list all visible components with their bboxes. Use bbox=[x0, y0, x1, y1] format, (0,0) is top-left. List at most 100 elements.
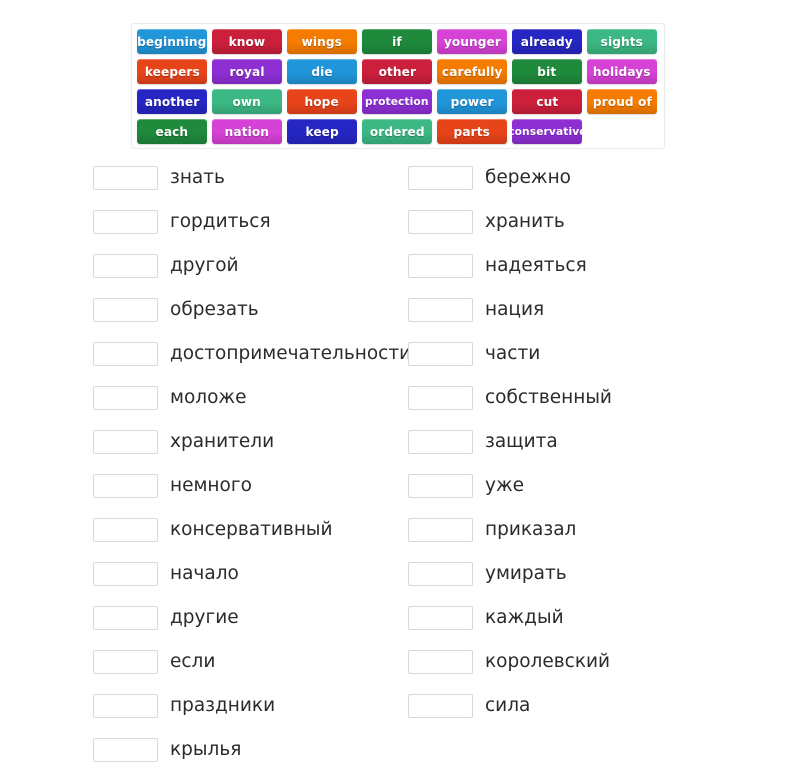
word-tile[interactable]: protection bbox=[362, 89, 432, 114]
answer-row: умирать bbox=[408, 552, 612, 596]
answer-drop-box[interactable] bbox=[93, 650, 158, 674]
word-tile-label: royal bbox=[229, 64, 265, 79]
answer-label: другие bbox=[170, 606, 239, 628]
answer-row: достопримечательности bbox=[93, 332, 411, 376]
answer-row: праздники bbox=[93, 684, 411, 728]
answer-drop-box[interactable] bbox=[93, 562, 158, 586]
answer-drop-box[interactable] bbox=[408, 562, 473, 586]
answer-column-left: знать гордиться другой обрезать достопримеча… bbox=[93, 156, 411, 772]
answer-drop-box[interactable] bbox=[93, 738, 158, 762]
answer-drop-box[interactable] bbox=[93, 298, 158, 322]
word-tile[interactable]: carefully bbox=[437, 59, 507, 84]
answer-drop-box[interactable] bbox=[408, 386, 473, 410]
word-tile[interactable]: keep bbox=[287, 119, 357, 144]
word-tile-label: keepers bbox=[144, 64, 200, 79]
word-tile-label: wings bbox=[301, 34, 343, 49]
word-tile-label: own bbox=[232, 94, 262, 109]
word-tile[interactable]: younger bbox=[437, 29, 507, 54]
word-tile[interactable]: already bbox=[512, 29, 582, 54]
answer-drop-box[interactable] bbox=[408, 210, 473, 234]
answer-drop-box[interactable] bbox=[93, 166, 158, 190]
word-tile[interactable]: each bbox=[137, 119, 207, 144]
word-tile[interactable]: own bbox=[212, 89, 282, 114]
answer-drop-box[interactable] bbox=[408, 298, 473, 322]
answer-row: каждый bbox=[408, 596, 612, 640]
word-tile[interactable]: bit bbox=[512, 59, 582, 84]
word-tile[interactable]: hope bbox=[287, 89, 357, 114]
answer-row: консервативный bbox=[93, 508, 411, 552]
word-tile[interactable]: parts bbox=[437, 119, 507, 144]
answer-drop-box[interactable] bbox=[408, 606, 473, 630]
word-tile[interactable]: power bbox=[437, 89, 507, 114]
answer-drop-box[interactable] bbox=[93, 694, 158, 718]
answer-drop-box[interactable] bbox=[408, 342, 473, 366]
word-tile[interactable]: know bbox=[212, 29, 282, 54]
word-tile-label: know bbox=[228, 34, 266, 49]
answer-drop-box[interactable] bbox=[408, 650, 473, 674]
answer-row: гордиться bbox=[93, 200, 411, 244]
word-tile[interactable]: ordered bbox=[362, 119, 432, 144]
word-tile[interactable]: conservative bbox=[512, 119, 582, 144]
word-tile-label: each bbox=[155, 124, 189, 139]
answer-row: собственный bbox=[408, 376, 612, 420]
word-tile[interactable]: die bbox=[287, 59, 357, 84]
answer-drop-box[interactable] bbox=[408, 474, 473, 498]
word-bank: beginning know wings if younger already sights… bbox=[131, 23, 665, 149]
word-tile-label: power bbox=[450, 94, 494, 109]
answer-drop-box[interactable] bbox=[408, 518, 473, 542]
answer-label: другой bbox=[170, 254, 239, 276]
word-tile-label: ordered bbox=[369, 124, 425, 139]
word-tile-label: already bbox=[521, 34, 573, 49]
word-tile-label: bit bbox=[537, 64, 557, 79]
answer-row: хранить bbox=[408, 200, 612, 244]
word-tile[interactable]: another bbox=[137, 89, 207, 114]
word-tile[interactable]: cut bbox=[512, 89, 582, 114]
answer-row: если bbox=[93, 640, 411, 684]
word-tile-label: sights bbox=[600, 34, 644, 49]
answer-row: надеяться bbox=[408, 244, 612, 288]
answer-drop-box[interactable] bbox=[93, 342, 158, 366]
answer-row: уже bbox=[408, 464, 612, 508]
word-tile-label: keep bbox=[305, 124, 339, 139]
answer-label: знать bbox=[170, 166, 225, 188]
answer-label: части bbox=[485, 342, 541, 364]
answer-drop-box[interactable] bbox=[408, 254, 473, 278]
word-tile[interactable]: sights bbox=[587, 29, 657, 54]
word-tile[interactable]: proud of bbox=[587, 89, 657, 114]
answer-drop-box[interactable] bbox=[408, 166, 473, 190]
answer-label: королевский bbox=[485, 650, 611, 672]
word-bank-row: keepers royal die other carefully bit holidays bbox=[137, 59, 659, 84]
word-bank-row: each nation keep ordered parts conservative bbox=[137, 119, 659, 144]
answer-drop-box[interactable] bbox=[93, 606, 158, 630]
answer-row: бережно bbox=[408, 156, 612, 200]
answer-label: надеяться bbox=[485, 254, 587, 276]
answer-label: хранители bbox=[170, 430, 275, 452]
word-tile-label: proud of bbox=[592, 94, 652, 109]
word-bank-row: another own hope protection power cut proud of bbox=[137, 89, 659, 114]
answer-drop-box[interactable] bbox=[408, 694, 473, 718]
word-tile[interactable]: wings bbox=[287, 29, 357, 54]
answer-drop-box[interactable] bbox=[93, 474, 158, 498]
answer-label: защита bbox=[485, 430, 558, 452]
word-tile-label: parts bbox=[453, 124, 491, 139]
word-tile[interactable]: if bbox=[362, 29, 432, 54]
answer-label: моложе bbox=[170, 386, 247, 408]
word-tile[interactable]: keepers bbox=[137, 59, 207, 84]
answer-label: собственный bbox=[485, 386, 612, 408]
word-tile[interactable]: royal bbox=[212, 59, 282, 84]
answer-drop-box[interactable] bbox=[93, 518, 158, 542]
answer-label: гордиться bbox=[170, 210, 271, 232]
answer-drop-box[interactable] bbox=[93, 210, 158, 234]
answer-drop-box[interactable] bbox=[408, 430, 473, 454]
word-tile[interactable]: beginning bbox=[137, 29, 207, 54]
answer-row: обрезать bbox=[93, 288, 411, 332]
answer-drop-box[interactable] bbox=[93, 430, 158, 454]
answer-drop-box[interactable] bbox=[93, 386, 158, 410]
word-tile[interactable]: holidays bbox=[587, 59, 657, 84]
word-tile[interactable]: other bbox=[362, 59, 432, 84]
answer-row: части bbox=[408, 332, 612, 376]
word-tile[interactable]: nation bbox=[212, 119, 282, 144]
word-tile-label: cut bbox=[536, 94, 558, 109]
word-tile-label: nation bbox=[224, 124, 270, 139]
answer-drop-box[interactable] bbox=[93, 254, 158, 278]
